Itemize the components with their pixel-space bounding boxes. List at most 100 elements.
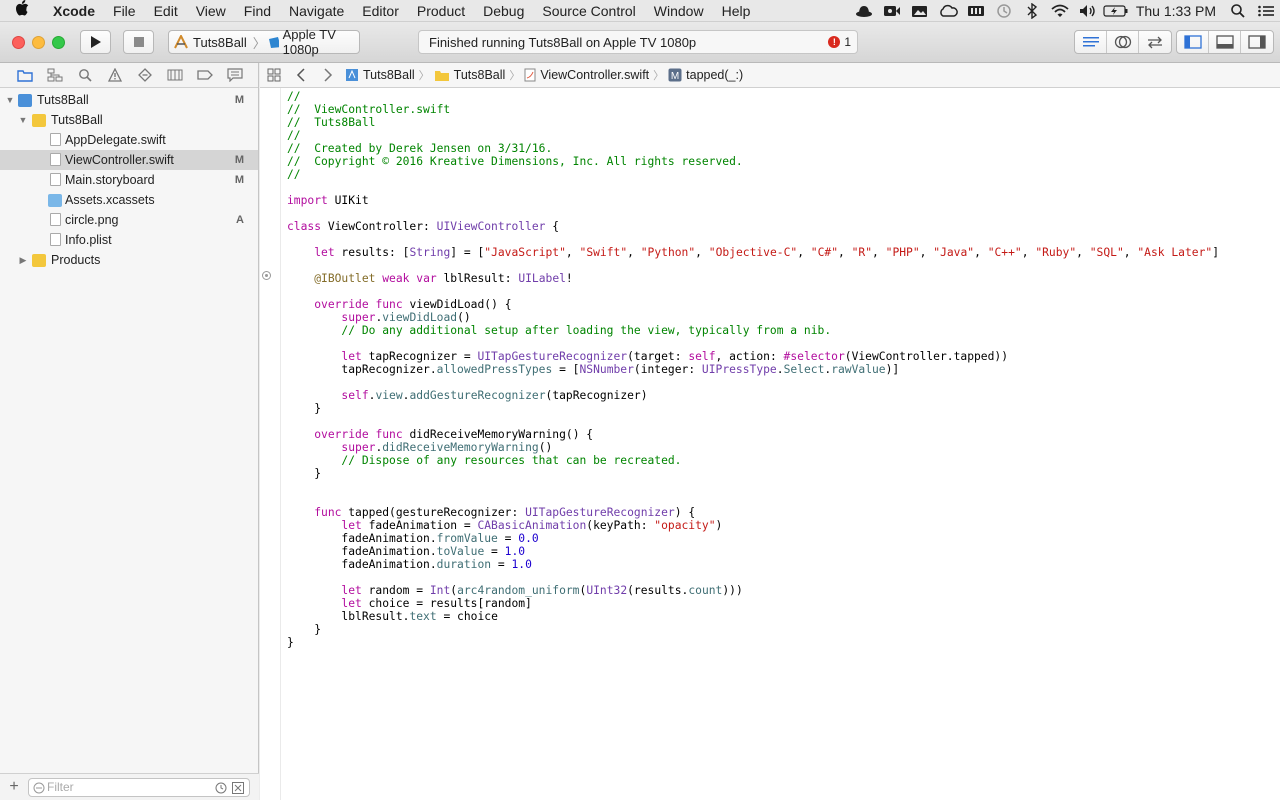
code-line[interactable]: func tapped(gestureRecognizer: UITapGest…	[287, 506, 1219, 519]
filter-field[interactable]: Filter	[28, 777, 250, 797]
issue-navigator-tab[interactable]	[100, 63, 130, 88]
apple-menu-icon[interactable]	[0, 0, 44, 21]
scheme-selector[interactable]: Tuts8Ball 〉 Apple TV 1080p	[168, 27, 360, 57]
menu-find[interactable]: Find	[235, 0, 280, 22]
code-line[interactable]: let tapRecognizer = UITapGestureRecogniz…	[287, 350, 1219, 363]
code-line[interactable]: override func viewDidLoad() {	[287, 298, 1219, 311]
photo-icon[interactable]	[906, 0, 934, 22]
symbol-navigator-tab[interactable]	[40, 63, 70, 88]
screen-record-icon[interactable]	[878, 0, 906, 22]
menu-navigate[interactable]: Navigate	[280, 0, 353, 22]
menu-debug[interactable]: Debug	[474, 0, 533, 22]
code-line[interactable]: override func didReceiveMemoryWarning() …	[287, 428, 1219, 441]
notification-center-icon[interactable]	[1252, 0, 1280, 22]
tree-item-group[interactable]: ▼ Tuts8Ball	[0, 110, 258, 130]
code-line[interactable]: ​	[287, 571, 1219, 584]
code-line[interactable]: // Do any additional setup after loading…	[287, 324, 1219, 337]
code-line[interactable]: ​	[287, 376, 1219, 389]
breadcrumb-group[interactable]: Tuts8Ball	[430, 68, 510, 82]
code-line[interactable]: //	[287, 168, 1219, 181]
clock[interactable]: Thu 1:33 PM	[1130, 3, 1224, 19]
go-forward-button[interactable]	[314, 63, 341, 87]
code-line[interactable]: fadeAnimation.duration = 1.0	[287, 558, 1219, 571]
breadcrumb-file[interactable]: ViewController.swift	[520, 68, 653, 82]
code-line[interactable]: ​	[287, 259, 1219, 272]
tree-item-file-selected[interactable]: ViewController.swift M	[0, 150, 258, 170]
menu-view[interactable]: View	[187, 0, 235, 22]
code-line[interactable]: }	[287, 402, 1219, 415]
breadcrumb-project[interactable]: Tuts8Ball	[341, 68, 419, 82]
go-back-button[interactable]	[287, 63, 314, 87]
time-machine-icon[interactable]	[990, 0, 1018, 22]
code-line[interactable]: fadeAnimation.fromValue = 0.0	[287, 532, 1219, 545]
add-file-button[interactable]: +	[0, 778, 28, 796]
menu-help[interactable]: Help	[713, 0, 760, 22]
battery-icon[interactable]	[1102, 0, 1130, 22]
code-line[interactable]: // Copyright © 2016 Kreative Dimensions,…	[287, 155, 1219, 168]
code-line[interactable]: }	[287, 623, 1219, 636]
menu-edit[interactable]: Edit	[145, 0, 187, 22]
disclosure-expanded-icon[interactable]: ▼	[5, 95, 15, 105]
tree-item-file[interactable]: circle.png A	[0, 210, 258, 230]
toggle-debug-area-button[interactable]	[1209, 31, 1241, 53]
run-button[interactable]	[80, 30, 111, 54]
close-window-button[interactable]	[12, 36, 25, 49]
code-line[interactable]: ​	[287, 493, 1219, 506]
hat-icon[interactable]	[850, 0, 878, 22]
debug-navigator-tab[interactable]	[160, 63, 190, 88]
toggle-navigator-button[interactable]	[1177, 31, 1209, 53]
breakpoint-navigator-tab[interactable]	[190, 63, 220, 88]
standard-editor-button[interactable]	[1075, 31, 1107, 53]
app-menu[interactable]: Xcode	[44, 0, 104, 22]
project-navigator-tab[interactable]	[10, 63, 40, 88]
code-line[interactable]: let choice = results[random]	[287, 597, 1219, 610]
bluetooth-icon[interactable]	[1018, 0, 1046, 22]
code-line[interactable]: ​	[287, 337, 1219, 350]
code-line[interactable]: }	[287, 636, 1219, 649]
menu-window[interactable]: Window	[645, 0, 713, 22]
report-navigator-tab[interactable]	[220, 63, 250, 88]
code-text[interactable]: //// ViewController.swift// Tuts8Ball///…	[287, 90, 1219, 649]
code-line[interactable]: super.didReceiveMemoryWarning()	[287, 441, 1219, 454]
source-control-filter-icon[interactable]	[232, 781, 244, 794]
code-line[interactable]: //	[287, 90, 1219, 103]
tree-item-group[interactable]: ▶ Products	[0, 250, 258, 270]
code-line[interactable]: ​	[287, 181, 1219, 194]
source-editor[interactable]: //// ViewController.swift// Tuts8Ball///…	[260, 88, 1280, 800]
code-line[interactable]: lblResult.text = choice	[287, 610, 1219, 623]
code-line[interactable]: // Tuts8Ball	[287, 116, 1219, 129]
test-navigator-tab[interactable]	[130, 63, 160, 88]
menu-product[interactable]: Product	[408, 0, 474, 22]
tree-item-file[interactable]: AppDelegate.swift	[0, 130, 258, 150]
code-line[interactable]: ​	[287, 415, 1219, 428]
code-line[interactable]: ​	[287, 233, 1219, 246]
menu-editor[interactable]: Editor	[353, 0, 408, 22]
code-line[interactable]: class ViewController: UIViewController {	[287, 220, 1219, 233]
code-line[interactable]: import UIKit	[287, 194, 1219, 207]
code-line[interactable]: }	[287, 467, 1219, 480]
assistant-editor-button[interactable]	[1107, 31, 1139, 53]
stop-button[interactable]	[123, 30, 154, 54]
menu-file[interactable]: File	[104, 0, 145, 22]
code-line[interactable]: self.view.addGestureRecognizer(tapRecogn…	[287, 389, 1219, 402]
destination-popup[interactable]: Apple TV 1080p	[268, 27, 359, 57]
code-line[interactable]: tapRecognizer.allowedPressTypes = [NSNum…	[287, 363, 1219, 376]
scheme-popup[interactable]: Tuts8Ball	[173, 35, 251, 50]
wifi-icon[interactable]	[1046, 0, 1074, 22]
activity-viewer[interactable]: Finished running Tuts8Ball on Apple TV 1…	[418, 30, 858, 54]
editor-gutter[interactable]	[260, 88, 281, 800]
tree-item-file[interactable]: Assets.xcassets	[0, 190, 258, 210]
code-line[interactable]: ​	[287, 207, 1219, 220]
menu-source-control[interactable]: Source Control	[533, 0, 644, 22]
code-line[interactable]: ​	[287, 480, 1219, 493]
code-line[interactable]: let results: [String] = ["JavaScript", "…	[287, 246, 1219, 259]
minimize-window-button[interactable]	[32, 36, 45, 49]
tree-item-file[interactable]: Main.storyboard M	[0, 170, 258, 190]
code-line[interactable]: let random = Int(arc4random_uniform(UInt…	[287, 584, 1219, 597]
toggle-utilities-button[interactable]	[1241, 31, 1273, 53]
tree-item-file[interactable]: Info.plist	[0, 230, 258, 250]
related-items-button[interactable]	[260, 63, 287, 87]
code-line[interactable]: // Dispose of any resources that can be …	[287, 454, 1219, 467]
memory-icon[interactable]	[962, 0, 990, 22]
disclosure-collapsed-icon[interactable]: ▶	[18, 255, 28, 266]
